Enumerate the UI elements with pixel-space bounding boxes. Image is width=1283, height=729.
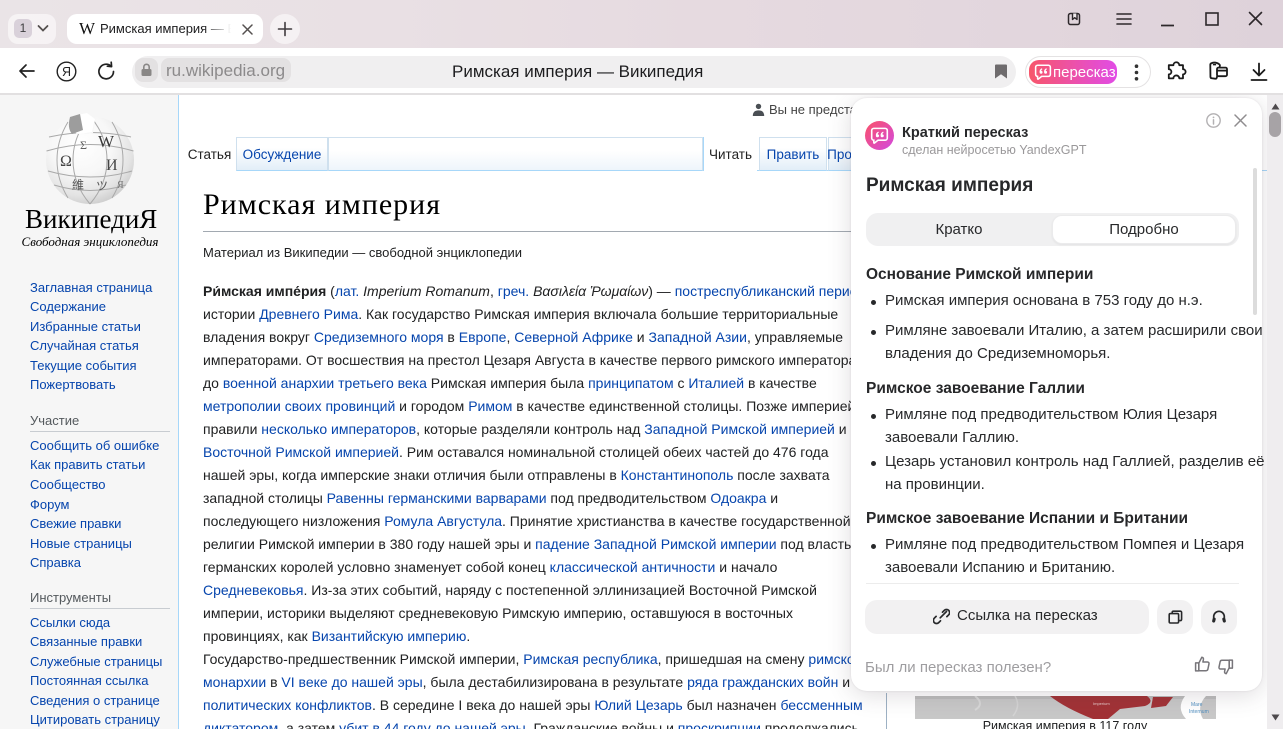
svg-text:Internum: Internum xyxy=(1189,709,1209,715)
svg-text:Σ: Σ xyxy=(80,138,87,152)
svg-text:Mare: Mare xyxy=(1191,702,1203,708)
svg-text:維: 維 xyxy=(72,178,84,192)
svg-text:Ω: Ω xyxy=(60,153,72,170)
svg-text:W: W xyxy=(98,132,115,151)
svg-text:Я: Я xyxy=(117,180,124,191)
svg-text:И: И xyxy=(106,157,118,174)
svg-text:ツ: ツ xyxy=(96,179,108,193)
svg-text:Я: Я xyxy=(62,65,71,79)
svg-text:Imperium: Imperium xyxy=(1093,701,1110,706)
